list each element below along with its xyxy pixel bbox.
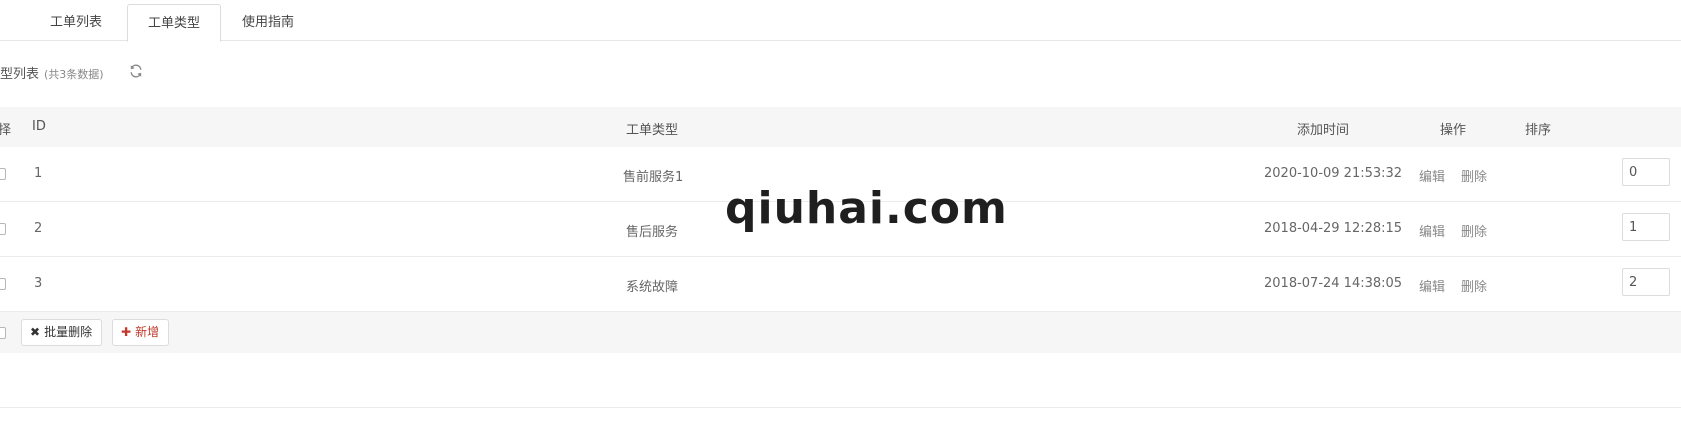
col-time: 添加时间 [1297, 123, 1350, 138]
watermark: qiuhai.com [725, 183, 1008, 234]
tab-bar: 工单列表 工单类型 使用指南 [0, 0, 1681, 42]
sort-input[interactable] [1622, 213, 1670, 241]
col-select: 择 [0, 123, 12, 138]
col-id: ID [32, 119, 46, 134]
list-title-text: 类型列表 [0, 67, 40, 82]
list-title: 类型列表 (共3条数据) [0, 63, 104, 82]
sort-input[interactable] [1622, 158, 1670, 186]
divider [0, 407, 1681, 408]
col-ops: 操作 [1440, 123, 1467, 138]
table-header: 择 ID 工单类型 添加时间 操作 排序 [0, 107, 1681, 147]
row-type: 系统故障 [626, 280, 679, 295]
close-icon: ✖ [30, 325, 41, 339]
table-row: 3 系统故障 2018-07-24 14:38:05 编辑 删除 [0, 257, 1681, 312]
sort-input[interactable] [1622, 268, 1670, 296]
tab-ticket-type[interactable]: 工单类型 [127, 4, 222, 42]
record-count: (共3条数据) [44, 68, 104, 81]
table-footer: ✖ 批量删除 ✚ 新增 [0, 312, 1681, 353]
row-type: 售后服务 [626, 225, 679, 240]
edit-link[interactable]: 编辑 [1419, 276, 1445, 295]
row-checkbox[interactable] [0, 278, 6, 290]
row-time: 2018-07-24 14:38:05 [1264, 276, 1403, 291]
row-checkbox[interactable] [0, 223, 6, 235]
row-type: 售前服务1 [623, 170, 684, 185]
row-id: 1 [34, 166, 43, 181]
delete-link[interactable]: 删除 [1461, 221, 1487, 240]
select-all-checkbox[interactable] [0, 327, 6, 339]
col-sort: 排序 [1525, 123, 1552, 138]
add-label: 新增 [135, 325, 160, 339]
tab-ticket-list[interactable]: 工单列表 [30, 4, 122, 41]
row-time: 2018-04-29 12:28:15 [1264, 221, 1403, 236]
delete-link[interactable]: 删除 [1461, 276, 1487, 295]
edit-link[interactable]: 编辑 [1419, 221, 1445, 240]
delete-link[interactable]: 删除 [1461, 166, 1487, 185]
add-button[interactable]: ✚ 新增 [112, 319, 170, 346]
plus-icon: ✚ [121, 325, 132, 339]
batch-delete-button[interactable]: ✖ 批量删除 [21, 319, 103, 346]
row-checkbox[interactable] [0, 168, 6, 180]
tab-guide[interactable]: 使用指南 [222, 4, 314, 41]
edit-link[interactable]: 编辑 [1419, 166, 1445, 185]
row-id: 2 [34, 221, 43, 236]
row-time: 2020-10-09 21:53:32 [1264, 166, 1403, 181]
col-type: 工单类型 [626, 123, 679, 138]
row-id: 3 [34, 276, 43, 291]
batch-delete-label: 批量删除 [44, 325, 93, 339]
refresh-icon[interactable] [129, 64, 145, 80]
